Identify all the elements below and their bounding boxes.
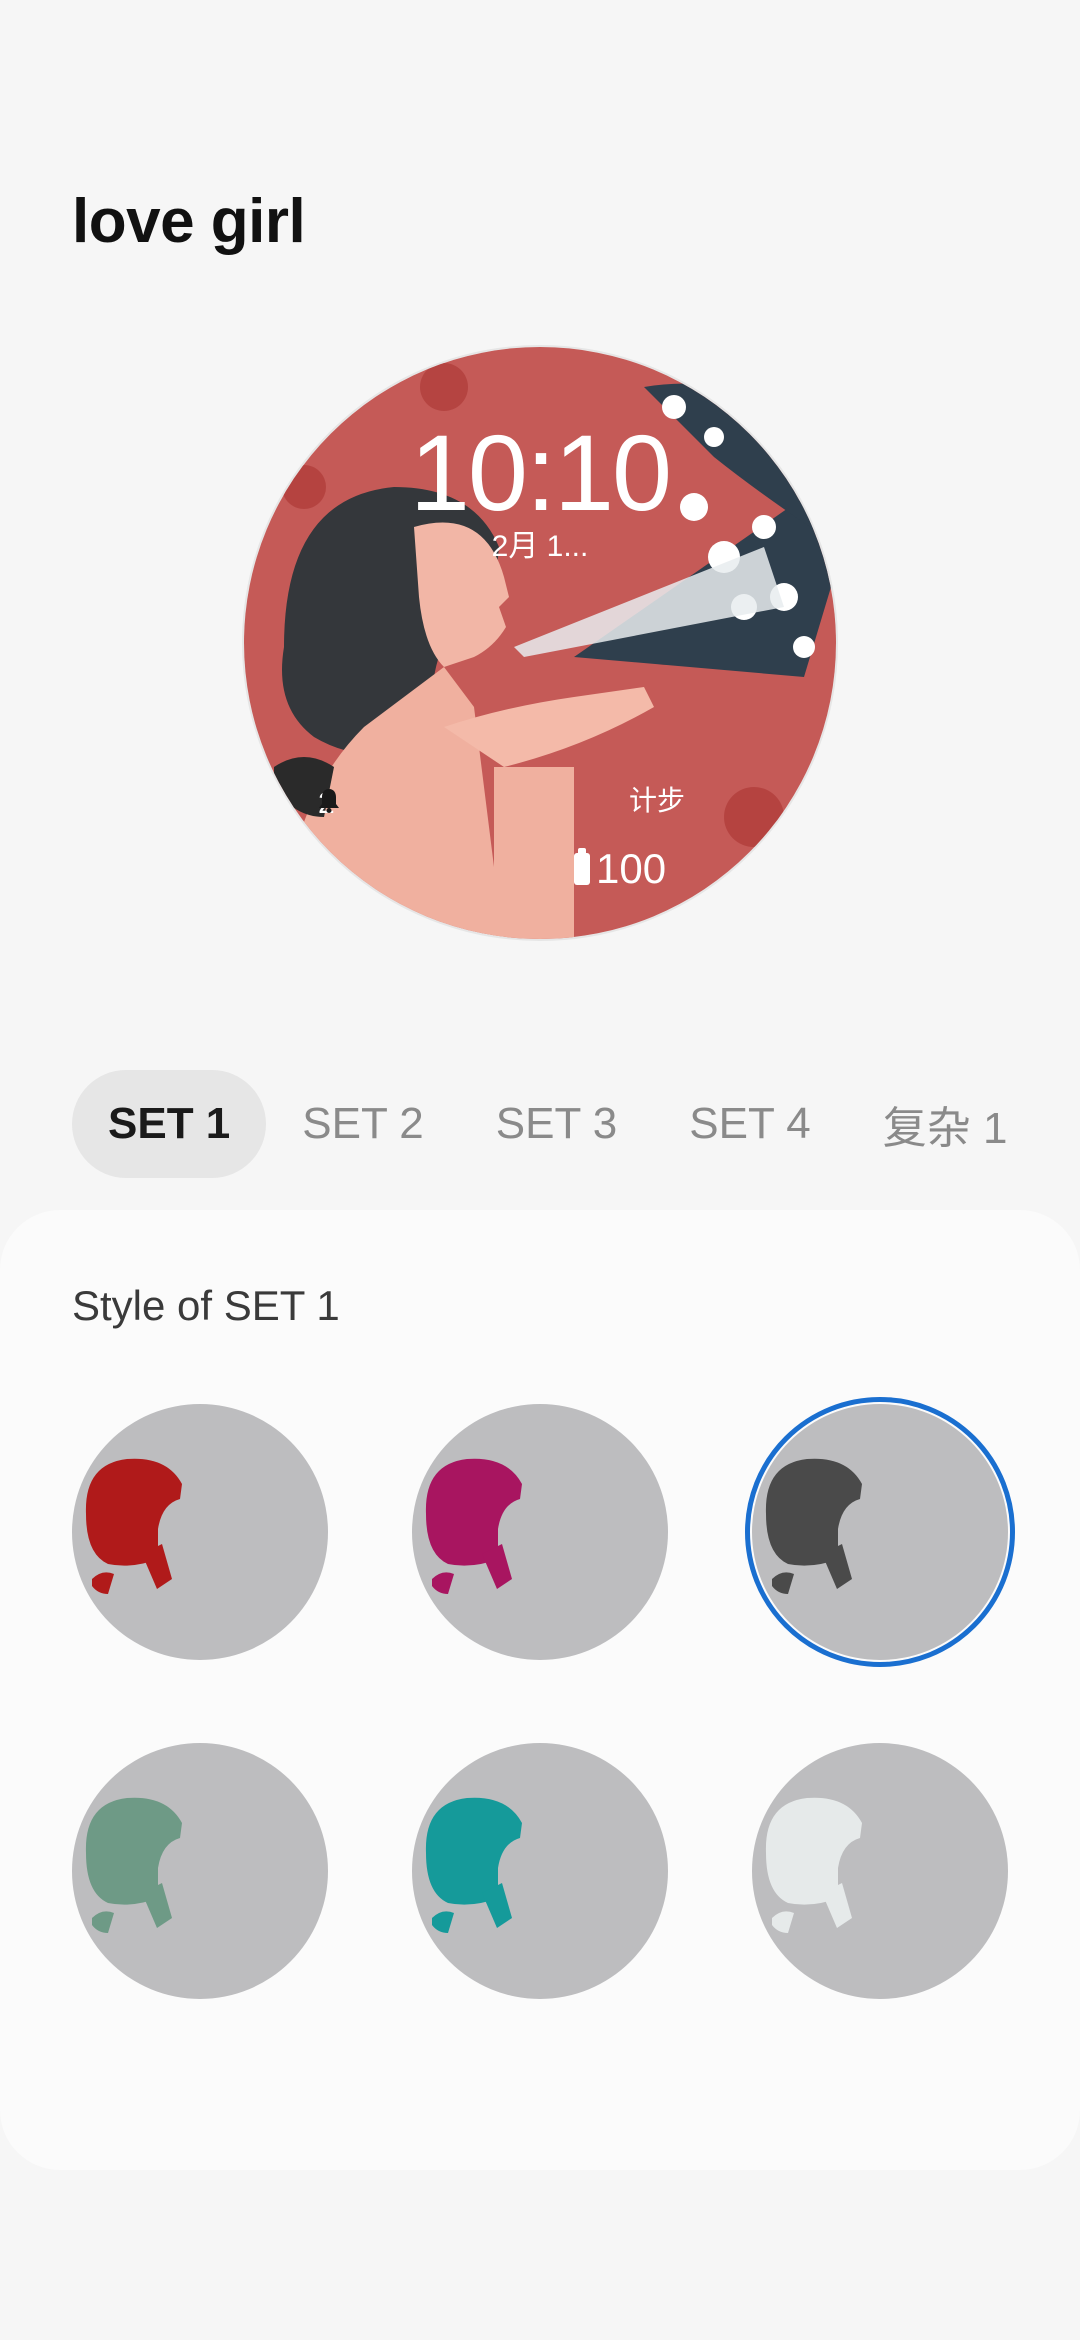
battery-value: 100	[596, 845, 667, 892]
style-panel: Style of SET 1	[0, 1210, 1080, 2170]
tab-set-2[interactable]: SET 2	[266, 1070, 459, 1178]
swatch-silhouette	[85, 1797, 182, 1933]
style-swatch-sage[interactable]	[72, 1743, 328, 1999]
style-swatch-white[interactable]	[752, 1743, 1008, 1999]
page-title: love girl	[72, 187, 306, 256]
swatch-silhouette	[425, 1797, 522, 1933]
set-tabs: SET 1 SET 2 SET 3 SET 4 复杂 1	[72, 1070, 1043, 1178]
tab-complication-1[interactable]: 复杂 1	[847, 1070, 1044, 1178]
tab-set-3[interactable]: SET 3	[460, 1070, 653, 1178]
style-swatch-magenta[interactable]	[412, 1404, 668, 1660]
battery-complication: 100	[574, 845, 666, 893]
swatch-silhouette	[765, 1797, 862, 1933]
swatch-silhouette	[85, 1458, 182, 1594]
bell-icon	[319, 789, 339, 813]
battery-icon	[574, 848, 590, 885]
watch-face-preview: 10:10 2月 1... 2 计步 100	[242, 345, 838, 941]
notification-complication: 2	[318, 787, 339, 821]
selected-swatch-ring	[745, 1397, 1015, 1667]
watch-date: 2月 1...	[491, 530, 589, 563]
style-panel-title: Style of SET 1	[72, 1282, 340, 1329]
tab-set-1[interactable]: SET 1	[72, 1070, 267, 1178]
watch-time: 10:10	[409, 412, 672, 533]
tab-set-4[interactable]: SET 4	[653, 1070, 846, 1178]
style-swatch-red[interactable]	[72, 1404, 328, 1660]
steps-label: 计步	[629, 785, 686, 816]
swatch-silhouette	[425, 1458, 522, 1594]
style-swatch-teal[interactable]	[412, 1743, 668, 1999]
